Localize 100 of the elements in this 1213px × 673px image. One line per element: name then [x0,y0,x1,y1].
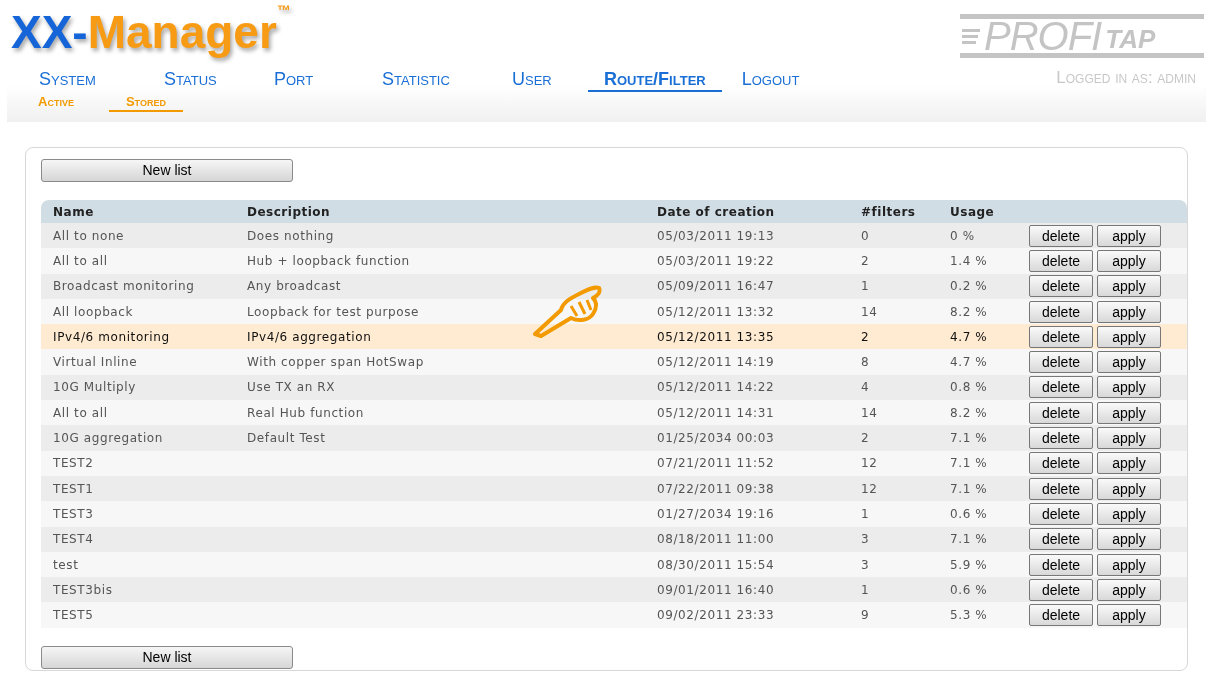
apply-button[interactable]: apply [1097,300,1161,323]
table-cell: 05/12/2011 14:22 [657,380,775,395]
apply-button[interactable]: apply [1097,376,1161,399]
apply-button[interactable]: apply [1097,477,1161,500]
table-cell: 10G aggregation [53,431,163,445]
delete-button[interactable]: delete [1029,376,1093,399]
table-row[interactable]: All to none Does nothing 05/03/2011 19:13 0 0 % delete apply [41,223,1187,249]
nav-link[interactable]: Logout [741,68,842,92]
apply-button[interactable]: apply [1097,528,1161,551]
table-row[interactable]: TEST4 08/18/2011 11:00 3 7.1 % delete apply [41,526,1187,552]
table-cell: 05/12/2011 13:35 [657,329,775,344]
table-row[interactable]: TEST5 09/02/2011 23:33 9 5.3 % delete apply [41,602,1187,628]
table-cell: 7.1 % [950,431,988,445]
table-cell: Broadcast monitoring [53,279,195,294]
table-cell: 2 [861,329,870,344]
table-cell: TEST2 [53,456,94,471]
new-list-button[interactable]: New list [41,645,293,669]
table-row[interactable]: test 08/30/2011 15:54 3 5.9 % delete apply [41,551,1187,578]
table-cell: All to none [53,228,125,243]
apply-button[interactable]: apply [1097,325,1161,348]
table-cell: Real Hub function [247,405,364,420]
table-cell: 0 % [950,228,975,243]
new-list-button[interactable]: New list [41,159,293,182]
delete-button[interactable]: delete [1029,249,1093,272]
table-row[interactable]: TEST1 07/22/2011 09:38 12 7.1 % delete apply [41,475,1187,502]
apply-button[interactable]: apply [1097,351,1161,374]
delete-button[interactable]: delete [1029,351,1093,374]
apply-button[interactable]: apply [1097,604,1161,627]
table-cell: 07/22/2011 09:38 [657,481,775,496]
table-cell: All to all [53,253,108,268]
table-row[interactable]: All to all Hub + loopback function 05/03/2011 19:22 2 1.4 % delete apply [41,248,1187,274]
table-row[interactable]: TEST2 07/21/2011 11:52 12 7.1 % delete apply [41,450,1187,476]
table-row[interactable]: Virtual Inline With copper span HotSwap 05/12/2011 14:19 8 4.7 % delete apply [41,349,1187,375]
table-row[interactable]: 10G aggregation Default Test 01/25/2034 00:03 2 7.1 % delete apply [41,425,1187,451]
table-row[interactable]: IPv4/6 monitoring IPv4/6 aggregation 05/12/2011 13:35 2 4.7 % delete apply [41,324,1187,350]
table-cell: 5.9 % [950,557,988,572]
nav-link[interactable]: Status [164,68,274,92]
delete-button[interactable]: delete [1029,224,1093,247]
apply-button[interactable]: apply [1097,249,1161,272]
nav-link[interactable]: Statistic [382,68,512,92]
table-cell: TEST3 [53,506,94,521]
table-cell: 4.7 % [950,329,988,344]
table-cell: 0.8 % [950,380,988,395]
table-cell: 0.2 % [950,279,988,294]
table-cell: 08/18/2011 11:00 [657,532,775,547]
column-header: Date of creation [657,204,775,219]
table-row[interactable]: TEST3bis 09/01/2011 16:40 1 0.6 % delete apply [41,577,1187,603]
table-cell: 8.2 % [950,304,988,319]
nav-link[interactable]: Port [274,68,382,92]
table-cell: 2 [861,431,870,445]
table-cell: 3 [861,557,870,572]
table-row[interactable]: 10G Multiply Use TX an RX 05/12/2011 14:22 4 0.8 % delete apply [41,374,1187,401]
table-row[interactable]: All loopback Loopback for test purpose 05/12/2011 13:32 14 8.2 % delete apply [41,298,1187,325]
apply-button[interactable]: apply [1097,502,1161,525]
table-cell: TEST5 [53,608,94,623]
nav-link[interactable]: Route/Filter [588,68,722,92]
delete-button[interactable]: delete [1029,604,1093,627]
table-row[interactable]: All to all Real Hub function 05/12/2011 14:31 14 8.2 % delete apply [41,400,1187,426]
table-cell: 08/30/2011 15:54 [657,557,775,572]
delete-button[interactable]: delete [1029,300,1093,323]
table-cell: 1.4 % [950,253,988,268]
delete-button[interactable]: delete [1029,275,1093,298]
apply-button[interactable]: apply [1097,427,1161,449]
apply-button[interactable]: apply [1097,578,1161,601]
table-cell: 07/21/2011 11:52 [657,456,775,471]
table-cell: TEST3bis [53,582,113,597]
apply-button[interactable]: apply [1097,275,1161,298]
delete-button[interactable]: delete [1029,452,1093,475]
table-cell: 2 [861,253,870,268]
table-cell: 12 [861,456,878,471]
table-cell: 0 [861,228,870,243]
delete-button[interactable]: delete [1029,477,1093,500]
column-header: Name [53,204,94,219]
column-header: #filters [861,204,916,219]
apply-button[interactable]: apply [1097,401,1161,424]
table-cell: 3 [861,532,870,547]
delete-button[interactable]: delete [1029,578,1093,601]
delete-button[interactable]: delete [1029,502,1093,525]
table-cell: Does nothing [247,228,335,243]
table-cell: 09/01/2011 16:40 [657,582,775,597]
table-row[interactable]: Broadcast monitoring Any broadcast 05/09/2011 16:47 1 0.2 % delete apply [41,273,1187,299]
apply-button[interactable]: apply [1097,224,1161,247]
column-header: Usage [950,204,995,219]
table-cell: Any broadcast [247,279,342,294]
table-cell: 8 [861,355,870,370]
nav-link[interactable]: System [39,68,164,92]
apply-button[interactable]: apply [1097,553,1161,576]
delete-button[interactable]: delete [1029,427,1093,449]
table-cell: 05/03/2011 19:13 [657,228,775,243]
table-cell: 1 [861,582,870,597]
delete-button[interactable]: delete [1029,325,1093,348]
delete-button[interactable]: delete [1029,553,1093,576]
table-cell: 05/12/2011 13:32 [657,304,775,319]
table-cell: 10G Multiply [53,380,136,395]
table-cell: 7.1 % [950,456,988,471]
delete-button[interactable]: delete [1029,401,1093,424]
apply-button[interactable]: apply [1097,452,1161,475]
delete-button[interactable]: delete [1029,528,1093,551]
table-cell: 14 [861,304,878,319]
table-row[interactable]: TEST3 01/27/2034 19:16 1 0.6 % delete apply [41,501,1187,527]
